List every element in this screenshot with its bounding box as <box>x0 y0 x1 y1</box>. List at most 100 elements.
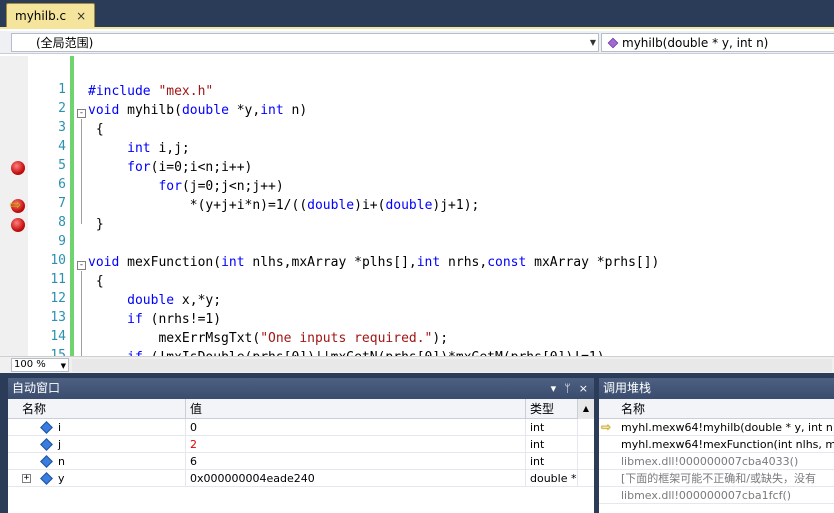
call-stack-frame[interactable]: libmex.dll!000000007cba1fcf() <box>599 487 834 504</box>
code-token: } <box>88 217 104 232</box>
call-stack-grid-header: 名称 <box>599 399 834 419</box>
autos-cell-type: double * <box>526 470 578 487</box>
zoom-dropdown[interactable]: 100 % ▼ <box>11 358 69 372</box>
code-token: mexErrMsgTxt( <box>88 331 261 346</box>
document-tab-label: myhilb.c <box>15 8 67 23</box>
code-token: int <box>416 255 441 270</box>
autos-row[interactable]: j 2 int <box>8 436 594 453</box>
code-token: "mex.h" <box>158 84 214 99</box>
code-line[interactable]: mexErrMsgTxt("One inputs required."); <box>88 329 448 348</box>
scope-dropdown-value: (全局范围) <box>36 36 94 50</box>
code-token: double <box>181 103 229 118</box>
expand-icon[interactable]: + <box>22 474 31 483</box>
autos-window-title-bar[interactable]: 自动窗口 ▾ ᛘ × <box>8 378 594 399</box>
column-header-name[interactable]: 名称 <box>599 399 834 419</box>
autos-cell-value[interactable]: 0x000000004eade240 <box>186 470 526 487</box>
autos-cell-name: n <box>54 453 186 470</box>
code-token: double <box>307 198 355 213</box>
call-stack-window: 调用堆栈 名称 ⇨ myhl.mexw64!myhilb(double * y, … <box>599 378 834 513</box>
code-token: for <box>127 160 151 175</box>
autos-cell-value[interactable]: 2 <box>186 436 526 453</box>
call-stack-frame-text: [下面的框架可能不正确和/或缺失，没有 <box>621 472 816 485</box>
autos-cell-type: int <box>526 453 578 470</box>
autos-cell-value[interactable]: 0 <box>186 419 526 436</box>
call-stack-frame[interactable]: libmex.dll!000000007cba4033() <box>599 453 834 470</box>
indicator-margin[interactable]: ⇨ <box>0 56 28 357</box>
code-line[interactable]: void mexFunction(int nlhs,mxArray *plhs[… <box>88 253 659 272</box>
call-stack-frame[interactable]: myhl.mexw64!mexFunction(int nlhs, mxA <box>599 436 834 453</box>
scroll-up-icon[interactable]: ▲ <box>578 399 594 419</box>
autos-window-title: 自动窗口 <box>12 381 61 395</box>
autos-cell-name: i <box>54 419 186 436</box>
line-number: 8 <box>58 215 66 230</box>
code-token: (nrhs!=1) <box>142 312 222 327</box>
autos-row[interactable]: n 6 int <box>8 453 594 470</box>
code-line[interactable]: } <box>88 215 104 234</box>
zoom-value: 100 % <box>14 359 46 370</box>
call-stack-frame-text: libmex.dll!000000007cba4033() <box>621 455 799 468</box>
autos-cell-value[interactable]: 6 <box>186 453 526 470</box>
autos-cell-name: j <box>54 436 186 453</box>
code-token: n) <box>283 103 308 118</box>
call-stack-frame-text: myhl.mexw64!myhilb(double * y, int n) <box>621 421 834 434</box>
code-line[interactable]: for(i=0;i<n;i++) <box>88 158 252 177</box>
code-token: int <box>260 103 284 118</box>
document-tab-myhilb[interactable]: myhilb.c × <box>6 3 96 27</box>
line-number-column: 12345678910111213141516 <box>28 56 68 357</box>
code-token: int <box>221 255 245 270</box>
collapse-icon[interactable]: - <box>77 109 86 118</box>
close-icon[interactable]: × <box>579 378 588 399</box>
code-token: *(y+j+i*n)=1/(( <box>88 198 308 213</box>
code-token: x,*y; <box>174 293 222 308</box>
variable-icon <box>40 438 53 451</box>
code-line[interactable]: int i,j; <box>88 139 190 158</box>
code-line[interactable]: if (nrhs!=1) <box>88 310 221 329</box>
code-token: void <box>88 103 120 118</box>
window-position-icon[interactable]: ▾ <box>551 378 557 399</box>
variable-icon <box>40 421 53 434</box>
chevron-down-icon: ▼ <box>60 362 66 370</box>
code-editor: (全局范围) ▼ myhilb(double * y, int n) ⇨ 123… <box>0 27 834 373</box>
code-area[interactable]: ⇨ 12345678910111213141516 - - #include "… <box>0 56 834 357</box>
editor-status-bar: 100 % ▼ <box>0 356 834 373</box>
code-line[interactable]: for(j=0;j<n;j++) <box>88 177 283 196</box>
column-header-type[interactable]: 类型 <box>526 399 578 419</box>
code-token: myhilb( <box>119 103 182 118</box>
code-line[interactable]: *(y+j+i*n)=1/((double)i+(double)j+1); <box>88 196 480 215</box>
code-token: )i+( <box>354 198 386 213</box>
column-header-value[interactable]: 值 <box>186 399 526 419</box>
code-token: double <box>385 198 433 213</box>
autos-row[interactable]: i 0 int <box>8 419 594 436</box>
close-icon[interactable]: × <box>76 10 86 22</box>
code-token: if <box>127 312 143 327</box>
current-statement-arrow-icon: ⇨ <box>10 198 21 213</box>
call-stack-frame-text: myhl.mexw64!mexFunction(int nlhs, mxA <box>621 438 834 451</box>
member-dropdown[interactable]: myhilb(double * y, int n) <box>601 33 834 52</box>
code-line[interactable]: #include "mex.h" <box>88 82 213 101</box>
scope-dropdown[interactable]: (全局范围) ▼ <box>11 33 599 52</box>
call-stack-frame[interactable]: ⇨ myhl.mexw64!myhilb(double * y, int n) <box>599 419 834 436</box>
column-header-name[interactable]: 名称 <box>8 399 186 419</box>
autos-row[interactable]: + y 0x000000004eade240 double * <box>8 470 594 487</box>
breakpoint-icon[interactable] <box>11 218 25 232</box>
code-line[interactable]: { <box>88 272 104 291</box>
code-token: )j+1); <box>432 198 480 213</box>
collapse-icon[interactable]: - <box>77 261 86 270</box>
code-token: i,j; <box>150 141 190 156</box>
call-stack-frame[interactable]: [下面的框架可能不正确和/或缺失，没有 <box>599 470 834 487</box>
pin-icon[interactable]: ᛘ <box>564 378 571 399</box>
code-token: (i=0;i<n;i++) <box>150 160 253 175</box>
code-line[interactable]: void myhilb(double *y,int n) <box>88 101 307 120</box>
chevron-down-icon: ▼ <box>589 38 596 47</box>
code-line[interactable]: double x,*y; <box>88 291 221 310</box>
member-dropdown-value: myhilb(double * y, int n) <box>622 35 769 50</box>
call-stack-title-bar[interactable]: 调用堆栈 <box>599 378 834 399</box>
horizontal-scrollbar[interactable] <box>72 359 832 372</box>
code-line[interactable]: { <box>88 120 104 139</box>
code-token: nlhs,mxArray *plhs[], <box>244 255 417 270</box>
code-token: double <box>127 293 175 308</box>
breakpoint-icon[interactable] <box>11 161 25 175</box>
